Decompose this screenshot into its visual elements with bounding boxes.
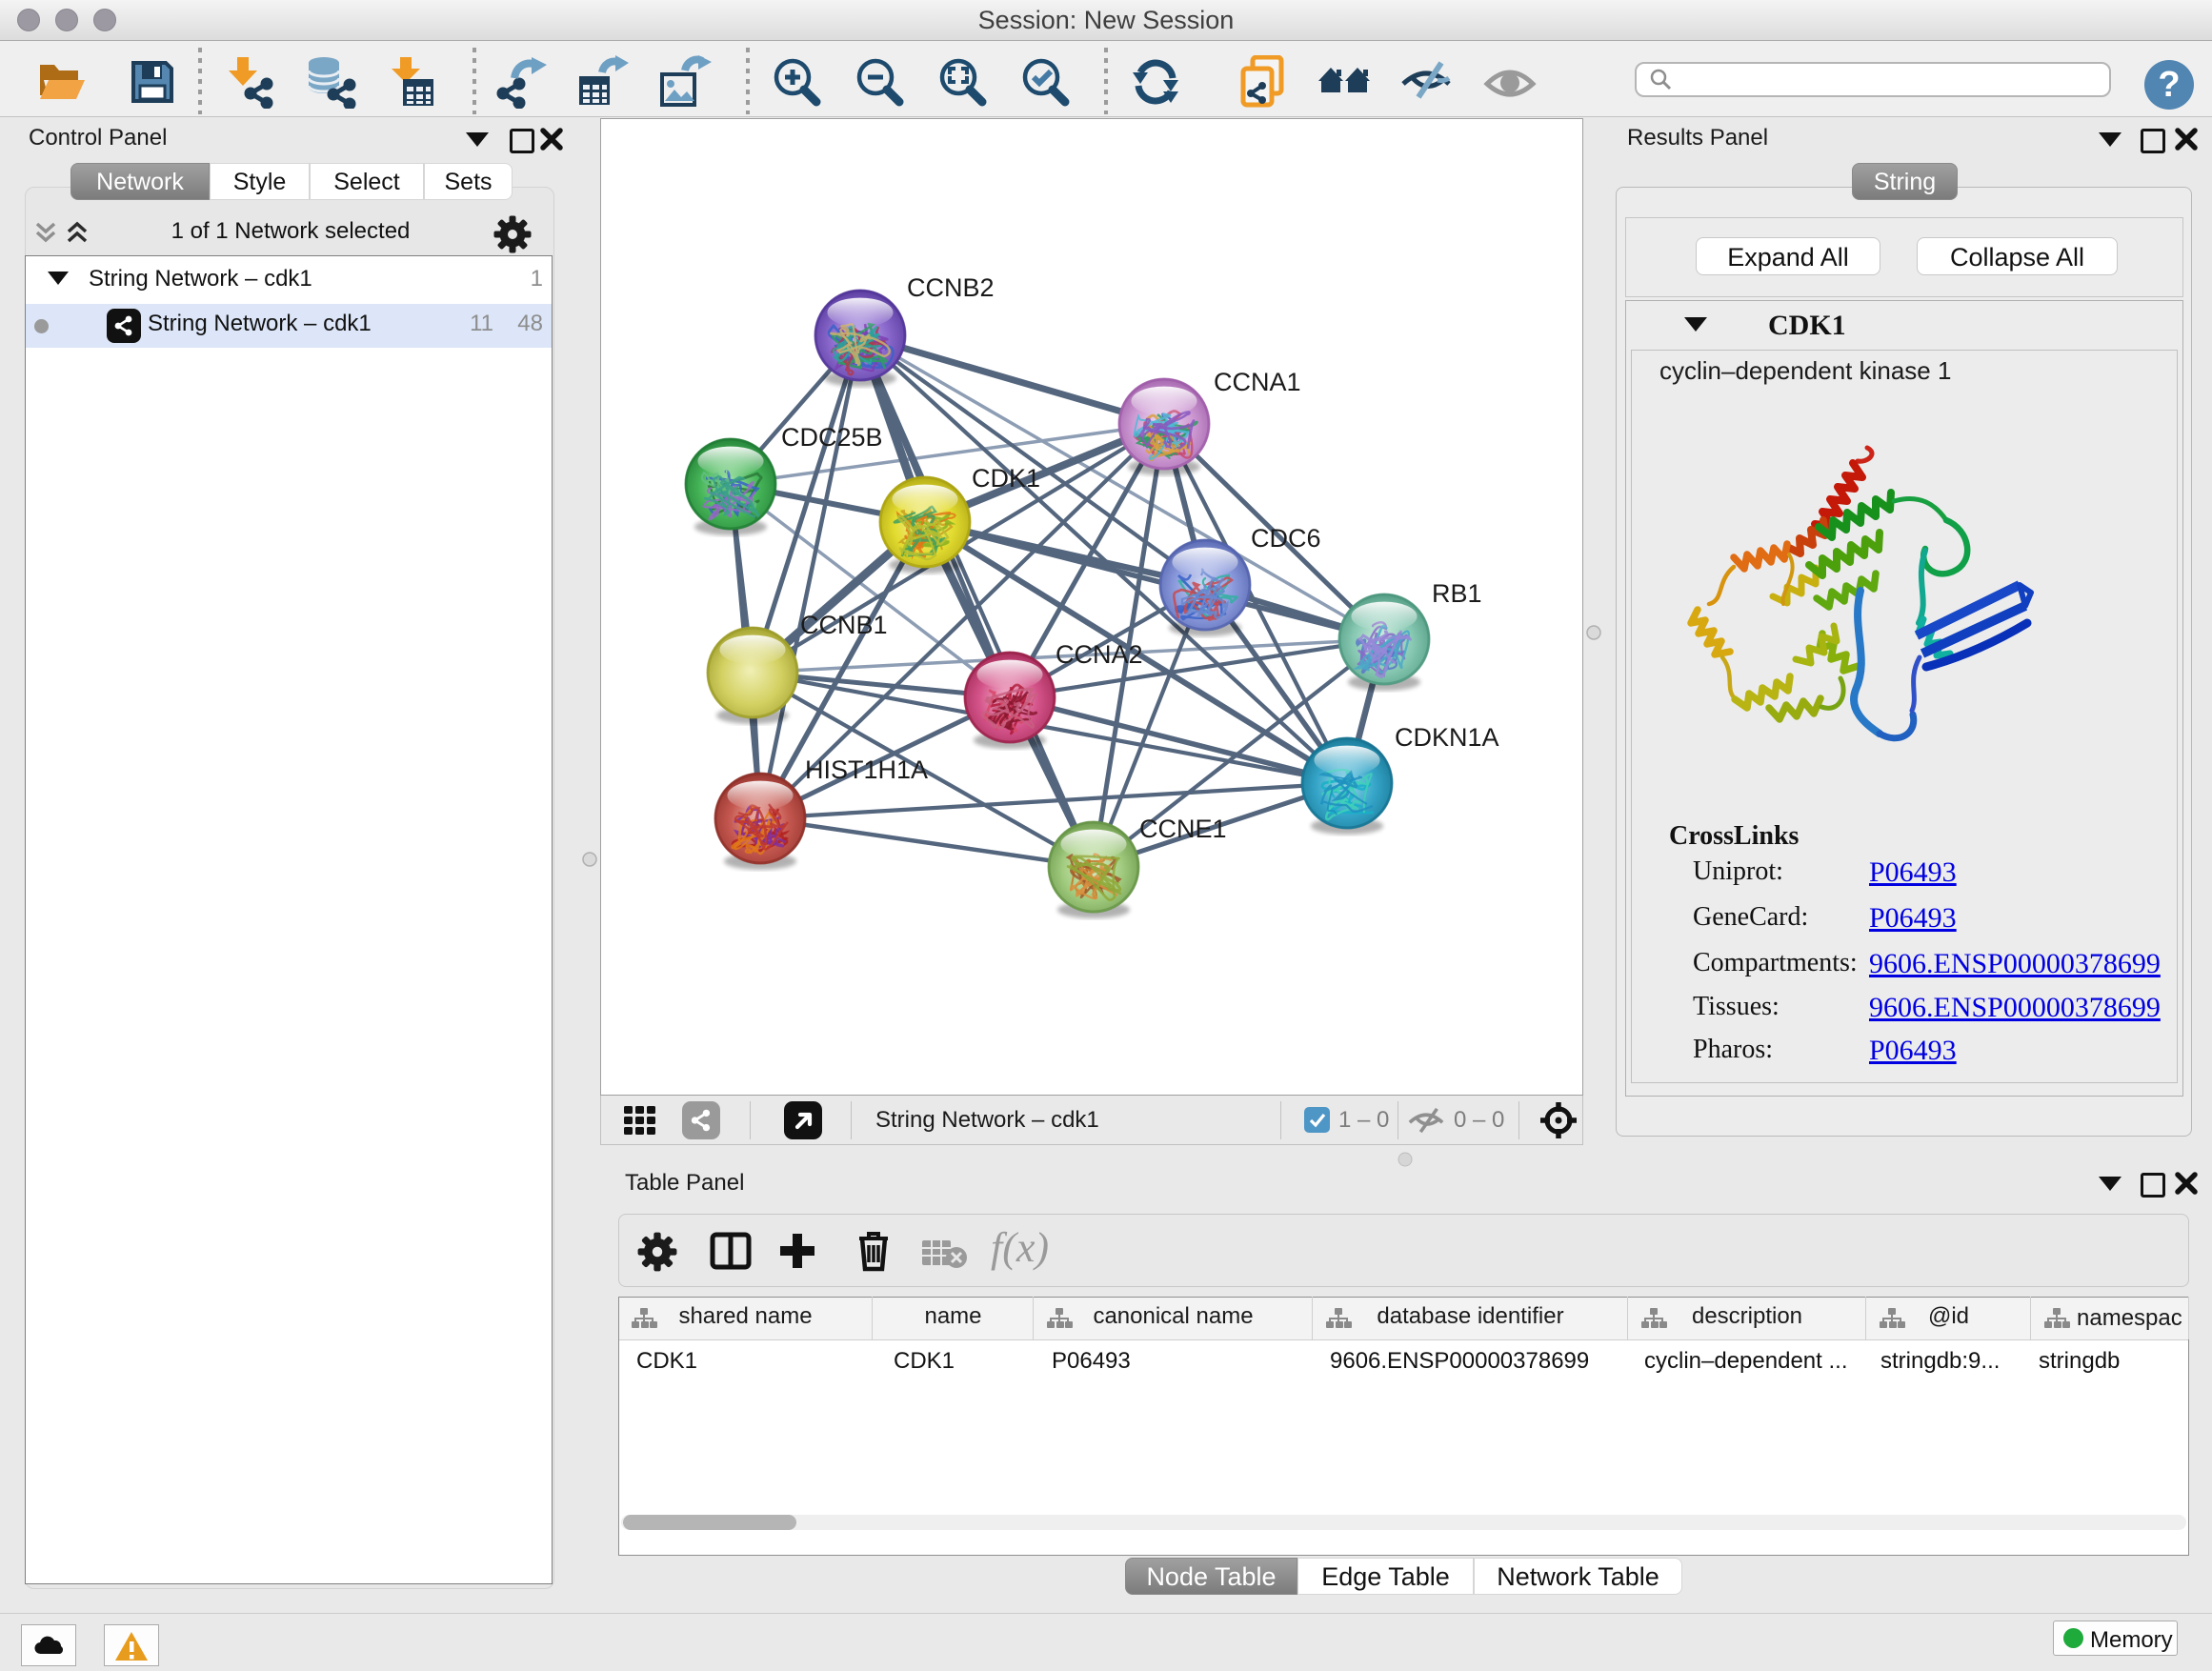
svg-text:CCNB2: CCNB2 xyxy=(907,273,995,302)
svg-text:CCNA2: CCNA2 xyxy=(1056,640,1143,669)
svg-text:CCNE1: CCNE1 xyxy=(1139,815,1227,843)
svg-text:HIST1H1A: HIST1H1A xyxy=(805,755,928,784)
svg-text:CDC6: CDC6 xyxy=(1251,524,1321,553)
svg-text:CCNB1: CCNB1 xyxy=(800,611,888,639)
svg-text:CDK1: CDK1 xyxy=(972,464,1040,493)
svg-text:RB1: RB1 xyxy=(1432,579,1482,608)
svg-text:CCNA1: CCNA1 xyxy=(1214,368,1301,396)
svg-text:CDC25B: CDC25B xyxy=(781,423,883,452)
svg-text:CDKN1A: CDKN1A xyxy=(1395,723,1499,752)
